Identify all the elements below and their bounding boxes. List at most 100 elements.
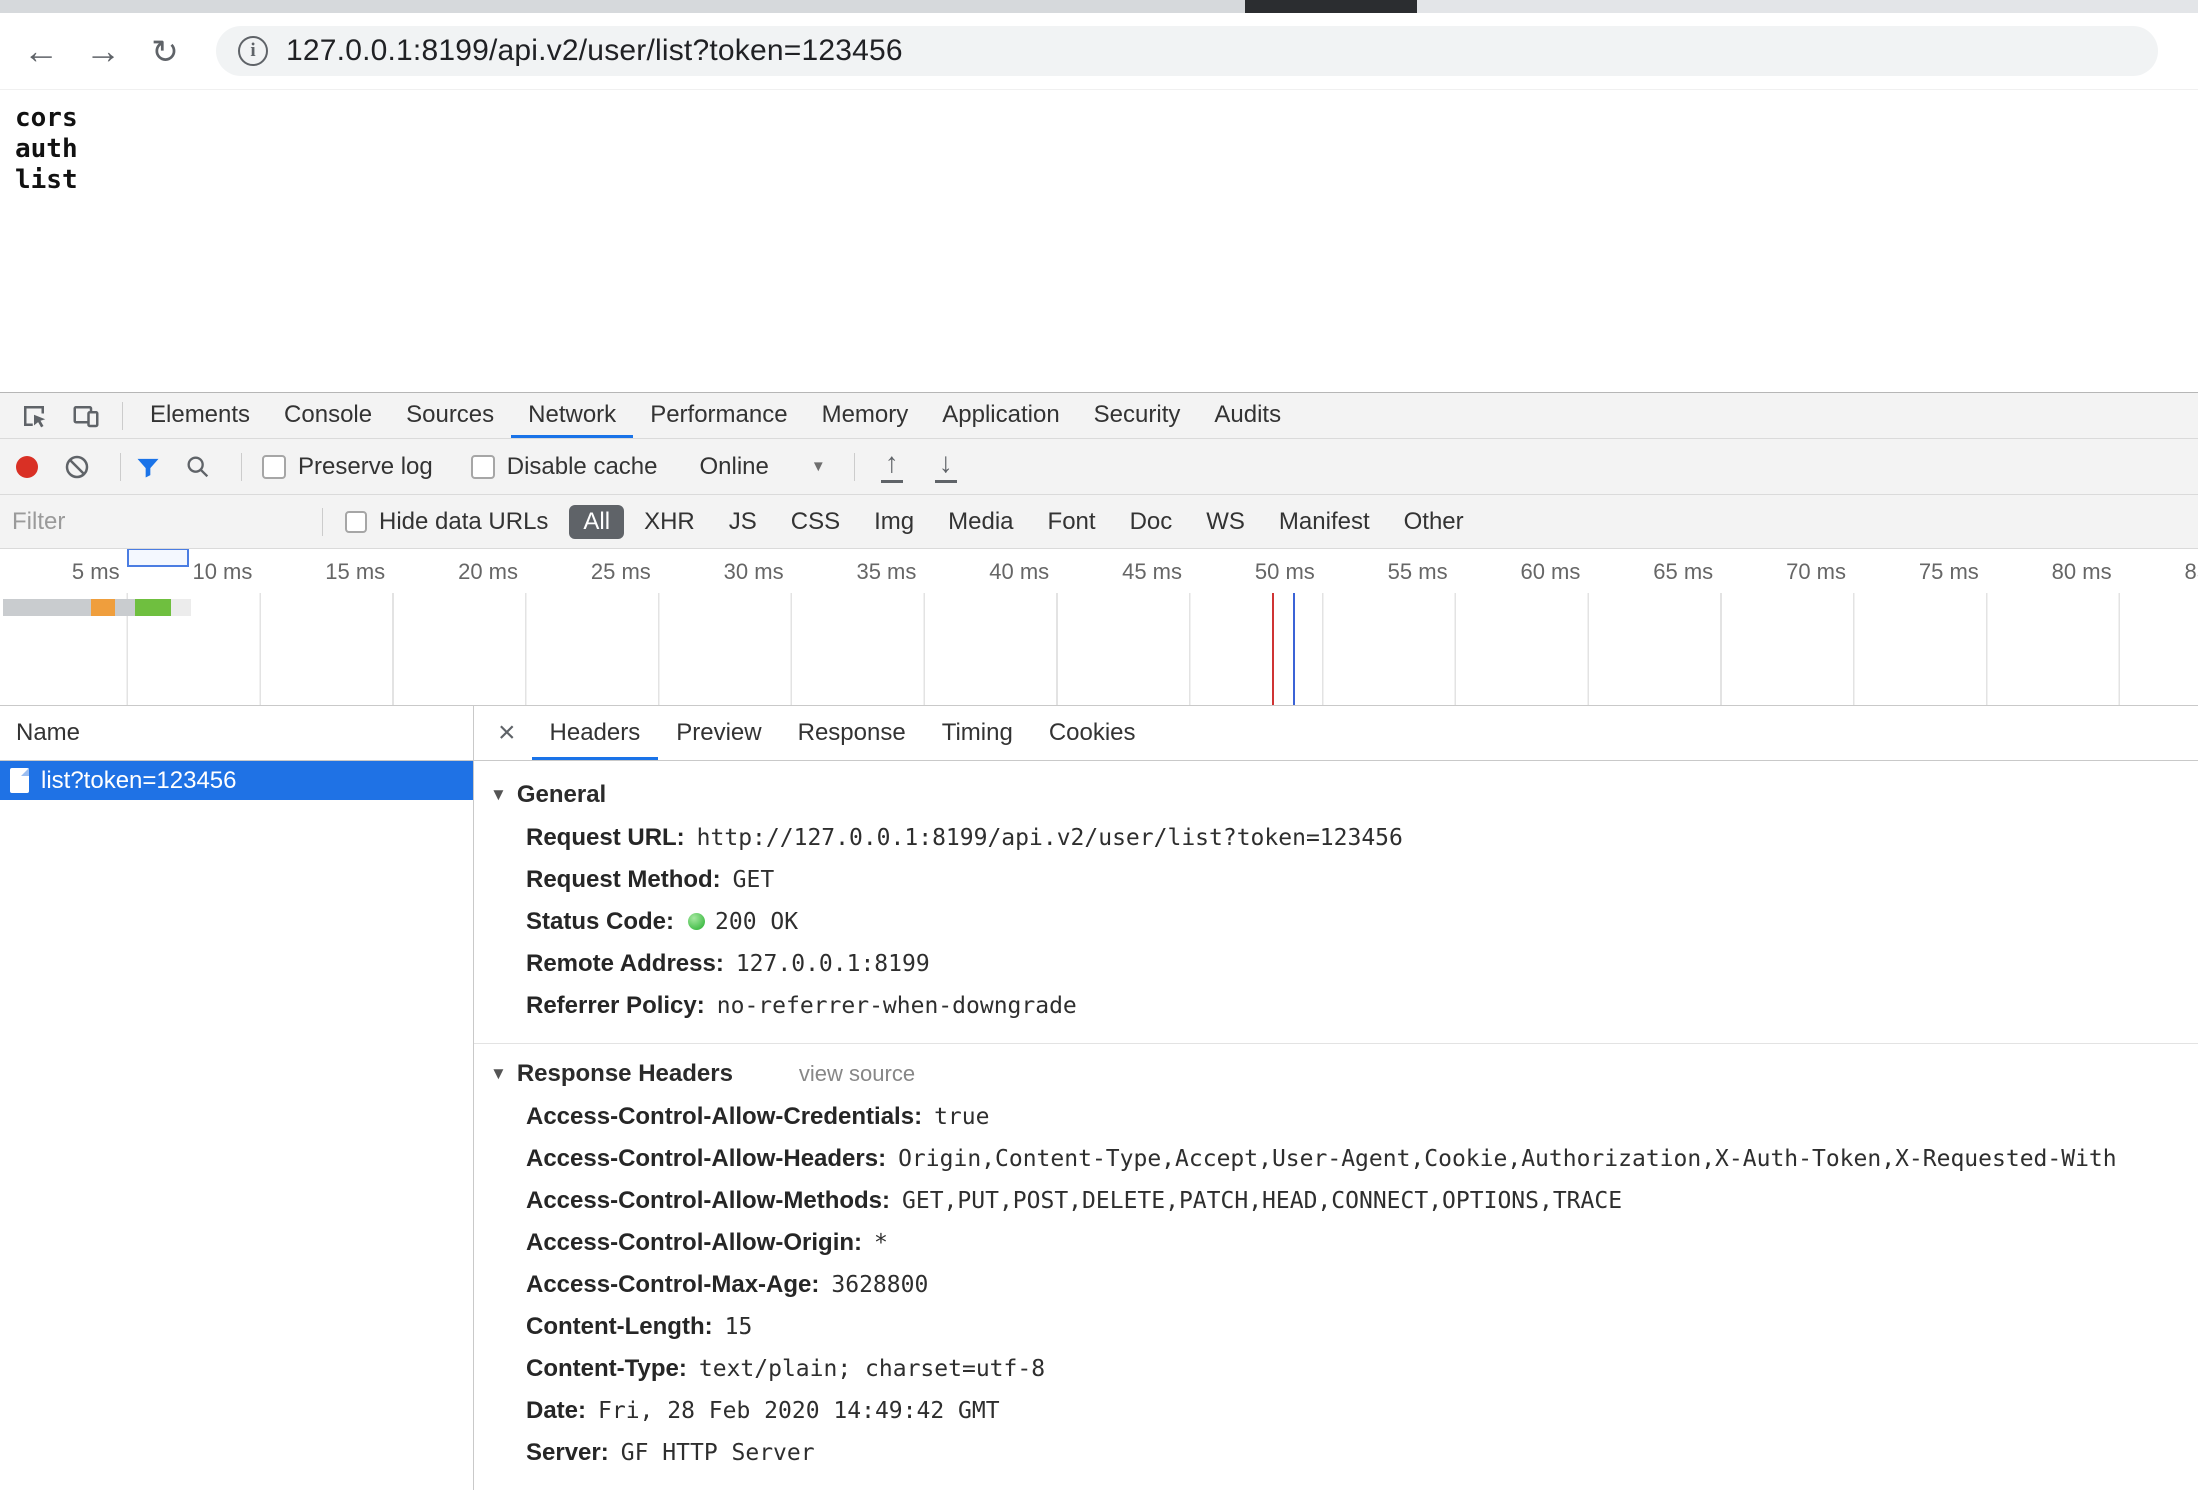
tab-network[interactable]: Network xyxy=(511,393,633,438)
throttling-dropdown[interactable]: Online ▼ xyxy=(699,453,825,481)
overview-segment xyxy=(115,599,135,616)
network-timeline[interactable]: 5 ms10 ms15 ms20 ms25 ms30 ms35 ms40 ms4… xyxy=(0,549,2198,706)
details-tab-bar: × Headers Preview Response Timing Cookie… xyxy=(474,706,2198,761)
header-value: true xyxy=(934,1104,989,1130)
header-label: Status Code: xyxy=(526,908,674,935)
import-har-icon[interactable]: ↑ xyxy=(875,450,909,484)
header-value: text/plain; charset=utf-8 xyxy=(699,1356,1045,1382)
status-ok-icon xyxy=(688,913,705,930)
forward-icon[interactable]: → xyxy=(76,24,130,78)
header-row: Access-Control-Max-Age:3628800 xyxy=(474,1264,2198,1306)
tab-cookies[interactable]: Cookies xyxy=(1031,706,1154,760)
page-text-line: auth xyxy=(15,134,2198,165)
general-section: ▼ General Request URL:http://127.0.0.1:8… xyxy=(474,761,2198,1043)
search-icon[interactable] xyxy=(181,450,215,484)
filter-chip-css[interactable]: CSS xyxy=(777,505,854,539)
tab-performance[interactable]: Performance xyxy=(633,393,804,438)
devtools-tab-bar: Elements Console Sources Network Perform… xyxy=(0,393,2198,439)
address-bar[interactable]: i 127.0.0.1:8199/api.v2/user/list?token=… xyxy=(216,26,2158,76)
preserve-log-checkbox[interactable] xyxy=(262,455,286,479)
divider xyxy=(322,508,323,536)
filter-chip-img[interactable]: Img xyxy=(860,505,928,539)
timeline-label: 70 ms xyxy=(1706,559,1846,585)
header-value: * xyxy=(874,1230,888,1256)
header-row: Access-Control-Allow-Origin:* xyxy=(474,1222,2198,1264)
timeline-label: 55 ms xyxy=(1308,559,1448,585)
timeline-label: 5 ms xyxy=(0,559,120,585)
filter-chip-all[interactable]: All xyxy=(569,505,624,539)
header-label: Access-Control-Allow-Credentials: xyxy=(526,1103,922,1130)
close-icon[interactable]: × xyxy=(482,716,532,750)
reload-icon[interactable]: ↻ xyxy=(138,24,192,78)
clear-icon[interactable] xyxy=(60,450,94,484)
filter-chip-doc[interactable]: Doc xyxy=(1116,505,1187,539)
url-text[interactable]: 127.0.0.1:8199/api.v2/user/list?token=12… xyxy=(286,34,903,68)
filter-chip-js[interactable]: JS xyxy=(715,505,771,539)
divider xyxy=(241,453,242,481)
header-row: Remote Address: 127.0.0.1:8199 xyxy=(474,943,2198,985)
timeline-label: 15 ms xyxy=(245,559,385,585)
header-label: Content-Length: xyxy=(526,1313,713,1340)
disclosure-triangle-icon[interactable]: ▼ xyxy=(490,1064,507,1084)
general-section-header[interactable]: ▼ General xyxy=(474,773,2198,817)
tab-headers[interactable]: Headers xyxy=(532,706,659,760)
tab-security[interactable]: Security xyxy=(1077,393,1198,438)
network-main: Name list?token=123456 × Headers Preview… xyxy=(0,706,2198,1490)
disable-cache-label: Disable cache xyxy=(507,453,658,481)
screen: ← → ↻ i 127.0.0.1:8199/api.v2/user/list?… xyxy=(0,0,2198,1490)
tab-sources[interactable]: Sources xyxy=(389,393,511,438)
headers-panel: ▼ General Request URL:http://127.0.0.1:8… xyxy=(474,761,2198,1490)
filter-input[interactable] xyxy=(12,508,312,536)
timeline-label: 30 ms xyxy=(644,559,784,585)
name-column-header[interactable]: Name xyxy=(0,706,473,761)
request-row[interactable]: list?token=123456 xyxy=(0,761,473,800)
disable-cache-checkbox[interactable] xyxy=(471,455,495,479)
header-row: Content-Type:text/plain; charset=utf-8 xyxy=(474,1348,2198,1390)
tab-application[interactable]: Application xyxy=(925,393,1076,438)
record-button[interactable] xyxy=(16,456,38,478)
tab-response[interactable]: Response xyxy=(780,706,924,760)
overview-selection-window[interactable] xyxy=(127,549,189,567)
response-headers-section-header[interactable]: ▼ Response Headers view source xyxy=(474,1052,2198,1096)
browser-toolbar: ← → ↻ i 127.0.0.1:8199/api.v2/user/list?… xyxy=(0,13,2198,90)
inspect-element-icon[interactable] xyxy=(8,393,60,438)
filter-chip-manifest[interactable]: Manifest xyxy=(1265,505,1384,539)
filter-chip-ws[interactable]: WS xyxy=(1192,505,1259,539)
tab-timing[interactable]: Timing xyxy=(924,706,1031,760)
header-label: Access-Control-Allow-Headers: xyxy=(526,1145,886,1172)
divider xyxy=(122,402,123,430)
timeline-label: 75 ms xyxy=(1839,559,1979,585)
view-source-link[interactable]: view source xyxy=(799,1061,915,1087)
filter-chip-font[interactable]: Font xyxy=(1034,505,1110,539)
disclosure-triangle-icon[interactable]: ▼ xyxy=(490,785,507,805)
tab-memory[interactable]: Memory xyxy=(805,393,926,438)
tab-elements[interactable]: Elements xyxy=(133,393,267,438)
tab-strip-segment xyxy=(1417,0,2198,13)
header-label: Remote Address: xyxy=(526,950,724,977)
export-har-icon[interactable]: ↓ xyxy=(929,450,963,484)
response-headers-section: ▼ Response Headers view source Access-Co… xyxy=(474,1043,2198,1490)
filter-chip-media[interactable]: Media xyxy=(934,505,1027,539)
filter-chip-other[interactable]: Other xyxy=(1390,505,1478,539)
info-icon[interactable]: i xyxy=(238,36,268,66)
header-label: Date: xyxy=(526,1397,586,1424)
section-title: Response Headers xyxy=(517,1060,733,1088)
waterfall-overview-bar[interactable] xyxy=(3,599,191,616)
header-row: Access-Control-Allow-Headers:Origin,Cont… xyxy=(474,1138,2198,1180)
tab-audits[interactable]: Audits xyxy=(1197,393,1298,438)
header-value: 127.0.0.1:8199 xyxy=(736,951,930,977)
hide-data-urls-label: Hide data URLs xyxy=(379,508,548,536)
hide-data-urls-checkbox[interactable] xyxy=(345,511,367,533)
header-row: Referrer Policy:no-referrer-when-downgra… xyxy=(474,985,2198,1027)
tab-preview[interactable]: Preview xyxy=(658,706,779,760)
browser-tab[interactable] xyxy=(1245,0,1417,13)
tab-console[interactable]: Console xyxy=(267,393,389,438)
header-value: 3628800 xyxy=(831,1272,928,1298)
filter-funnel-icon[interactable] xyxy=(131,450,165,484)
back-icon[interactable]: ← xyxy=(14,24,68,78)
header-value: 15 xyxy=(725,1314,753,1340)
device-toolbar-icon[interactable] xyxy=(60,393,112,438)
overview-segment xyxy=(3,599,91,616)
divider xyxy=(854,453,855,481)
filter-chip-xhr[interactable]: XHR xyxy=(630,505,709,539)
